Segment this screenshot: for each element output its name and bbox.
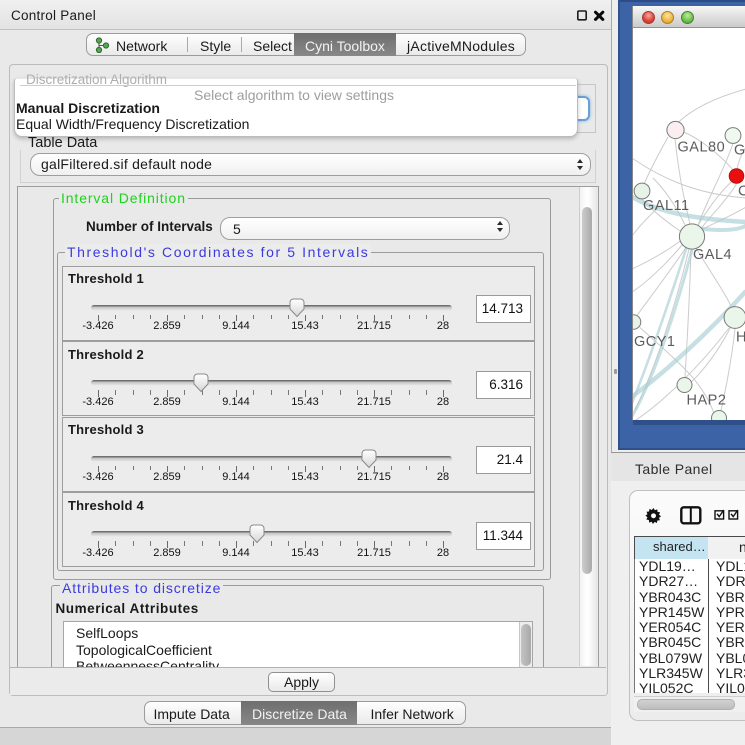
svg-text:GCY1: GCY1 — [634, 334, 676, 350]
svg-text:C: C — [738, 184, 745, 200]
svg-text:H: H — [736, 330, 745, 346]
svg-text:G.: G. — [734, 143, 745, 159]
svg-text:GAL80: GAL80 — [677, 140, 725, 156]
svg-text:HAP2: HAP2 — [686, 393, 726, 409]
svg-text:GAL11: GAL11 — [643, 198, 690, 214]
svg-text:GAL4: GAL4 — [693, 247, 732, 263]
